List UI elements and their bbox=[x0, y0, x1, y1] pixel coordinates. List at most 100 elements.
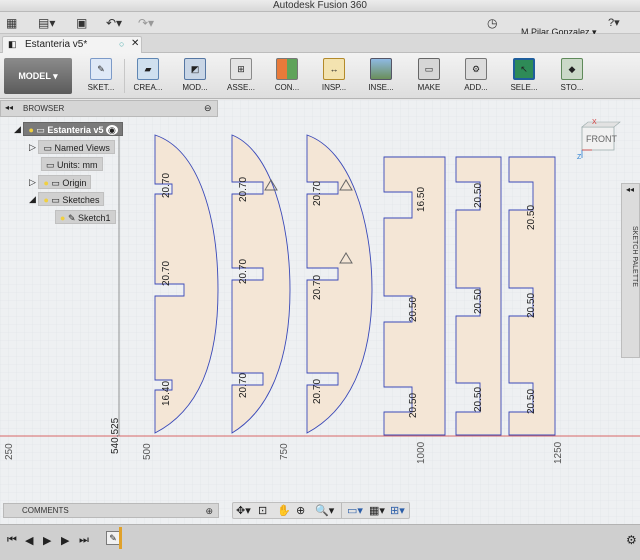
go-to-end-icon[interactable]: ⏭ bbox=[79, 534, 89, 547]
browser-sketches-node[interactable]: ◢ ● ▭ Sketches bbox=[29, 192, 105, 206]
dimension-label[interactable]: 20.50 bbox=[526, 293, 537, 318]
visibility-bulb-icon[interactable]: ● bbox=[43, 178, 48, 188]
dimension-label[interactable]: 16.40 bbox=[161, 381, 172, 406]
viewports-icon[interactable]: ⊞▾ bbox=[390, 504, 405, 517]
step-back-icon[interactable]: ◀ bbox=[25, 534, 33, 547]
expand-triangle-icon[interactable]: ▷ bbox=[29, 142, 36, 152]
comments-panel-header[interactable]: COMMENTS ⊕ bbox=[3, 503, 219, 518]
undo-icon[interactable]: ↶▾ bbox=[106, 15, 122, 31]
dimension-label[interactable]: 20.70 bbox=[312, 181, 323, 206]
component-icon: ▭ bbox=[36, 125, 45, 135]
redo-icon[interactable]: ↷▾ bbox=[138, 15, 154, 31]
visibility-bulb-icon[interactable]: ● bbox=[28, 125, 33, 135]
inspect-tool-label: INSP... bbox=[321, 83, 347, 92]
browser-minimize-icon[interactable]: ⊖ bbox=[204, 103, 212, 114]
timeline-marker[interactable] bbox=[119, 527, 122, 549]
folder-icon: ▭ bbox=[51, 178, 60, 188]
axis-tick-label: 1000 bbox=[416, 441, 427, 464]
dimension-label[interactable]: 20.50 bbox=[526, 389, 537, 414]
file-menu-icon[interactable]: ▤▾ bbox=[38, 15, 55, 31]
modify-tool-button[interactable]: ◩ MOD... bbox=[174, 56, 216, 97]
dimension-label[interactable]: 20.50 bbox=[408, 297, 419, 322]
browser-named-views-node[interactable]: ▷ ▭ Named Views bbox=[29, 140, 115, 154]
timeline-sketch-feature-icon[interactable]: ✎ bbox=[106, 531, 120, 545]
addins-tool-button[interactable]: ⚙ ADD... bbox=[455, 56, 497, 97]
workspace-switcher-button[interactable]: MODEL ▾ bbox=[4, 58, 72, 94]
close-tab-icon[interactable]: ✕ bbox=[131, 38, 139, 49]
view-cube-z-label: Z bbox=[577, 154, 582, 161]
sketch-tool-button[interactable]: ✎ SKET... bbox=[80, 56, 122, 97]
dimension-label[interactable]: 20.50 bbox=[473, 183, 484, 208]
sketch-tool-label: SKET... bbox=[87, 83, 115, 92]
help-icon[interactable]: ?▾ bbox=[608, 15, 620, 31]
timeline-settings-gear-icon[interactable]: ⚙ bbox=[626, 533, 637, 547]
dimension-label[interactable]: 20.50 bbox=[526, 205, 537, 230]
activate-radio-icon[interactable]: ◉ bbox=[105, 125, 118, 135]
expand-palette-icon[interactable]: ◂◂ bbox=[626, 185, 634, 194]
dimension-label[interactable]: 20.70 bbox=[238, 373, 249, 398]
dimension-label[interactable]: 20.70 bbox=[238, 259, 249, 284]
browser-title: BROWSER bbox=[23, 104, 65, 113]
dimension-label[interactable]: 20.70 bbox=[161, 173, 172, 198]
make-tool-button[interactable]: ▭ MAKE bbox=[408, 56, 450, 97]
axis-tick-label: 500 bbox=[142, 443, 153, 460]
inspect-tool-button[interactable]: ↔ INSP... bbox=[313, 56, 355, 97]
dimension-label[interactable]: 20.50 bbox=[473, 387, 484, 412]
expand-triangle-icon[interactable]: ◢ bbox=[14, 124, 21, 134]
zoom-window-icon[interactable]: 🔍▾ bbox=[315, 504, 334, 517]
sketch1-label: Sketch1 bbox=[78, 213, 111, 223]
dimension-label[interactable]: 20.70 bbox=[312, 275, 323, 300]
dimension-label[interactable]: 20.70 bbox=[161, 261, 172, 286]
pan-hand-icon[interactable]: ✋ bbox=[277, 504, 291, 517]
insert-tool-label: INSE... bbox=[368, 83, 394, 92]
dimension-label[interactable]: 16.50 bbox=[416, 187, 427, 212]
dimension-label[interactable]: 20.70 bbox=[312, 379, 323, 404]
go-to-start-icon[interactable]: ⏮ bbox=[7, 534, 17, 547]
data-panel-grid-icon[interactable]: ▦ bbox=[6, 15, 17, 31]
construct-tool-button[interactable]: CON... bbox=[266, 56, 308, 97]
create-tool-button[interactable]: ▰ CREA... bbox=[127, 56, 169, 97]
stop-sketch-button[interactable]: ◆ STO... bbox=[551, 56, 593, 97]
construct-plane-icon bbox=[276, 58, 298, 80]
assemble-tool-label: ASSE... bbox=[226, 83, 255, 92]
visibility-bulb-icon[interactable]: ● bbox=[60, 213, 65, 223]
browser-units-node[interactable]: ▭ Units: mm bbox=[41, 157, 103, 171]
browser-root-node[interactable]: ◢ ● ▭ Estanteria v5 ◉ bbox=[14, 122, 123, 136]
modify-push-pull-icon: ◩ bbox=[184, 58, 206, 80]
job-status-clock-icon[interactable]: ◷ bbox=[487, 15, 497, 31]
vertical-dimension-label[interactable]: 540.525 bbox=[110, 417, 121, 454]
collapse-left-icon[interactable]: ◂◂ bbox=[5, 103, 13, 112]
orbit-icon[interactable]: ✥▾ bbox=[236, 504, 251, 517]
save-icon[interactable]: ▣ bbox=[76, 15, 87, 31]
addins-script-icon: ⚙ bbox=[465, 58, 487, 80]
assemble-tool-button[interactable]: ⊞ ASSE... bbox=[220, 56, 262, 97]
grid-settings-icon[interactable]: ▦▾ bbox=[369, 504, 385, 517]
browser-sketch1-node[interactable]: ● ✎ Sketch1 bbox=[55, 210, 116, 224]
visibility-bulb-icon[interactable]: ● bbox=[43, 195, 48, 205]
browser-panel-header[interactable]: ◂◂ BROWSER ⊖ bbox=[0, 100, 218, 117]
comments-expand-icon[interactable]: ⊕ bbox=[205, 504, 213, 518]
zoom-icon[interactable]: ⊕ bbox=[296, 504, 305, 517]
document-tab-title: Estanteria v5* bbox=[25, 39, 88, 50]
sketch-icon: ✎ bbox=[67, 213, 76, 223]
origin-label: Origin bbox=[62, 178, 87, 188]
expand-triangle-icon[interactable]: ◢ bbox=[29, 194, 36, 204]
ribbon-toolbar: MODEL ▾ ✎ SKET... ▰ CREA... ◩ MOD... ⊞ ASSE.… bbox=[0, 53, 640, 99]
axis-tick-label: 1250 bbox=[553, 441, 564, 464]
dimension-label[interactable]: 20.50 bbox=[473, 289, 484, 314]
display-settings-icon[interactable]: ▭▾ bbox=[347, 504, 363, 517]
document-tab[interactable]: ◧ Estanteria v5* ○ ✕ bbox=[2, 36, 142, 53]
units-label: Units: mm bbox=[57, 160, 98, 170]
dimension-label[interactable]: 20.50 bbox=[408, 393, 419, 418]
look-at-icon[interactable]: ⊡ bbox=[258, 504, 267, 517]
insert-image-icon bbox=[370, 58, 392, 80]
root-node-label: Estanteria v5 bbox=[47, 125, 104, 135]
sketch-palette-collapsed[interactable]: ◂◂ SKETCH PALETTE bbox=[621, 183, 640, 358]
expand-triangle-icon[interactable]: ▷ bbox=[29, 177, 36, 187]
play-icon[interactable]: ▶ bbox=[43, 534, 51, 547]
dimension-label[interactable]: 20.70 bbox=[238, 177, 249, 202]
select-tool-button[interactable]: ↖ SELE... bbox=[503, 56, 545, 97]
insert-tool-button[interactable]: INSE... bbox=[360, 56, 402, 97]
browser-origin-node[interactable]: ▷ ● ▭ Origin bbox=[29, 175, 92, 189]
step-forward-icon[interactable]: ▶ bbox=[61, 534, 69, 547]
